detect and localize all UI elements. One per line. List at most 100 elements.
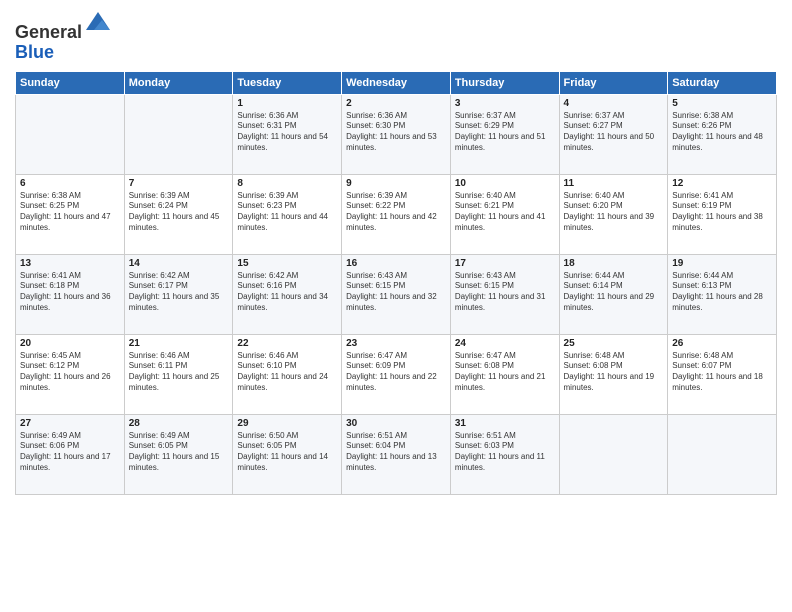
header: General Blue [15, 10, 777, 63]
day-number: 2 [346, 98, 446, 109]
day-number: 14 [129, 258, 229, 269]
day-info: Sunrise: 6:50 AMSunset: 6:05 PMDaylight:… [237, 431, 337, 474]
calendar-cell: 25 Sunrise: 6:48 AMSunset: 6:08 PMDayligh… [559, 334, 668, 414]
calendar-cell: 30 Sunrise: 6:51 AMSunset: 6:04 PMDayligh… [342, 414, 451, 494]
header-day-tuesday: Tuesday [233, 71, 342, 94]
day-info: Sunrise: 6:48 AMSunset: 6:07 PMDaylight:… [672, 351, 772, 394]
calendar-cell [668, 414, 777, 494]
day-info: Sunrise: 6:46 AMSunset: 6:11 PMDaylight:… [129, 351, 229, 394]
day-number: 17 [455, 258, 555, 269]
day-info: Sunrise: 6:41 AMSunset: 6:18 PMDaylight:… [20, 271, 120, 314]
day-number: 11 [564, 178, 664, 189]
calendar-cell: 22 Sunrise: 6:46 AMSunset: 6:10 PMDayligh… [233, 334, 342, 414]
day-number: 28 [129, 418, 229, 429]
calendar-cell: 28 Sunrise: 6:49 AMSunset: 6:05 PMDayligh… [124, 414, 233, 494]
day-info: Sunrise: 6:42 AMSunset: 6:16 PMDaylight:… [237, 271, 337, 314]
day-number: 15 [237, 258, 337, 269]
calendar-cell: 8 Sunrise: 6:39 AMSunset: 6:23 PMDaylight… [233, 174, 342, 254]
day-info: Sunrise: 6:39 AMSunset: 6:22 PMDaylight:… [346, 191, 446, 234]
calendar-cell: 21 Sunrise: 6:46 AMSunset: 6:11 PMDayligh… [124, 334, 233, 414]
calendar-cell: 17 Sunrise: 6:43 AMSunset: 6:15 PMDayligh… [450, 254, 559, 334]
week-row-2: 6 Sunrise: 6:38 AMSunset: 6:25 PMDaylight… [16, 174, 777, 254]
day-number: 8 [237, 178, 337, 189]
calendar-cell: 5 Sunrise: 6:38 AMSunset: 6:26 PMDaylight… [668, 94, 777, 174]
calendar-cell: 13 Sunrise: 6:41 AMSunset: 6:18 PMDayligh… [16, 254, 125, 334]
day-info: Sunrise: 6:47 AMSunset: 6:08 PMDaylight:… [455, 351, 555, 394]
day-number: 5 [672, 98, 772, 109]
day-number: 27 [20, 418, 120, 429]
calendar-cell: 6 Sunrise: 6:38 AMSunset: 6:25 PMDaylight… [16, 174, 125, 254]
day-number: 6 [20, 178, 120, 189]
week-row-5: 27 Sunrise: 6:49 AMSunset: 6:06 PMDayligh… [16, 414, 777, 494]
day-number: 9 [346, 178, 446, 189]
day-number: 22 [237, 338, 337, 349]
logo-text: General Blue [15, 10, 112, 63]
calendar-cell: 2Sunrise: 6:36 AMSunset: 6:30 PMDaylight… [342, 94, 451, 174]
header-row: SundayMondayTuesdayWednesdayThursdayFrid… [16, 71, 777, 94]
week-row-3: 13 Sunrise: 6:41 AMSunset: 6:18 PMDayligh… [16, 254, 777, 334]
day-number: 16 [346, 258, 446, 269]
header-day-thursday: Thursday [450, 71, 559, 94]
calendar-cell: 10 Sunrise: 6:40 AMSunset: 6:21 PMDayligh… [450, 174, 559, 254]
calendar-cell: 27 Sunrise: 6:49 AMSunset: 6:06 PMDayligh… [16, 414, 125, 494]
week-row-4: 20Sunrise: 6:45 AMSunset: 6:12 PMDayligh… [16, 334, 777, 414]
day-info: Sunrise: 6:43 AMSunset: 6:15 PMDaylight:… [455, 271, 555, 314]
day-info: Sunrise: 6:45 AMSunset: 6:12 PMDaylight:… [20, 351, 120, 394]
calendar-cell: 1 Sunrise: 6:36 AMSunset: 6:31 PMDaylight… [233, 94, 342, 174]
day-number: 10 [455, 178, 555, 189]
header-day-wednesday: Wednesday [342, 71, 451, 94]
calendar-cell: 18Sunrise: 6:44 AMSunset: 6:14 PMDayligh… [559, 254, 668, 334]
calendar-cell: 4 Sunrise: 6:37 AMSunset: 6:27 PMDaylight… [559, 94, 668, 174]
day-info: Sunrise: 6:42 AMSunset: 6:17 PMDaylight:… [129, 271, 229, 314]
calendar-cell: 15 Sunrise: 6:42 AMSunset: 6:16 PMDayligh… [233, 254, 342, 334]
calendar-cell: 19Sunrise: 6:44 AMSunset: 6:13 PMDayligh… [668, 254, 777, 334]
header-day-friday: Friday [559, 71, 668, 94]
day-info: Sunrise: 6:49 AMSunset: 6:05 PMDaylight:… [129, 431, 229, 474]
day-number: 31 [455, 418, 555, 429]
day-info: Sunrise: 6:37 AMSunset: 6:29 PMDaylight:… [455, 111, 555, 154]
day-info: Sunrise: 6:46 AMSunset: 6:10 PMDaylight:… [237, 351, 337, 394]
day-info: Sunrise: 6:40 AMSunset: 6:20 PMDaylight:… [564, 191, 664, 234]
day-info: Sunrise: 6:41 AMSunset: 6:19 PMDaylight:… [672, 191, 772, 234]
day-info: Sunrise: 6:37 AMSunset: 6:27 PMDaylight:… [564, 111, 664, 154]
day-number: 1 [237, 98, 337, 109]
calendar-cell [124, 94, 233, 174]
day-info: Sunrise: 6:36 AMSunset: 6:31 PMDaylight:… [237, 111, 337, 154]
calendar-cell: 12Sunrise: 6:41 AMSunset: 6:19 PMDayligh… [668, 174, 777, 254]
day-number: 3 [455, 98, 555, 109]
day-info: Sunrise: 6:48 AMSunset: 6:08 PMDaylight:… [564, 351, 664, 394]
logo: General Blue [15, 10, 112, 63]
day-info: Sunrise: 6:51 AMSunset: 6:04 PMDaylight:… [346, 431, 446, 474]
page: General Blue SundayMondayTuesdayWednesda… [0, 0, 792, 612]
header-day-sunday: Sunday [16, 71, 125, 94]
day-number: 23 [346, 338, 446, 349]
calendar-cell: 14 Sunrise: 6:42 AMSunset: 6:17 PMDayligh… [124, 254, 233, 334]
day-number: 30 [346, 418, 446, 429]
day-info: Sunrise: 6:40 AMSunset: 6:21 PMDaylight:… [455, 191, 555, 234]
day-info: Sunrise: 6:49 AMSunset: 6:06 PMDaylight:… [20, 431, 120, 474]
day-number: 21 [129, 338, 229, 349]
calendar-cell: 16Sunrise: 6:43 AMSunset: 6:15 PMDayligh… [342, 254, 451, 334]
day-number: 25 [564, 338, 664, 349]
day-number: 4 [564, 98, 664, 109]
day-number: 18 [564, 258, 664, 269]
logo-general: General [15, 22, 82, 42]
day-info: Sunrise: 6:51 AMSunset: 6:03 PMDaylight:… [455, 431, 555, 474]
calendar-cell: 9 Sunrise: 6:39 AMSunset: 6:22 PMDaylight… [342, 174, 451, 254]
day-info: Sunrise: 6:38 AMSunset: 6:26 PMDaylight:… [672, 111, 772, 154]
calendar-cell: 29Sunrise: 6:50 AMSunset: 6:05 PMDayligh… [233, 414, 342, 494]
calendar-cell [16, 94, 125, 174]
day-info: Sunrise: 6:38 AMSunset: 6:25 PMDaylight:… [20, 191, 120, 234]
logo-icon [84, 10, 112, 38]
calendar-cell [559, 414, 668, 494]
calendar-table: SundayMondayTuesdayWednesdayThursdayFrid… [15, 71, 777, 495]
day-info: Sunrise: 6:39 AMSunset: 6:23 PMDaylight:… [237, 191, 337, 234]
header-day-monday: Monday [124, 71, 233, 94]
calendar-cell: 24Sunrise: 6:47 AMSunset: 6:08 PMDayligh… [450, 334, 559, 414]
calendar-cell: 3 Sunrise: 6:37 AMSunset: 6:29 PMDaylight… [450, 94, 559, 174]
logo-blue: Blue [15, 42, 54, 62]
day-number: 26 [672, 338, 772, 349]
day-number: 13 [20, 258, 120, 269]
calendar-cell: 23Sunrise: 6:47 AMSunset: 6:09 PMDayligh… [342, 334, 451, 414]
day-info: Sunrise: 6:39 AMSunset: 6:24 PMDaylight:… [129, 191, 229, 234]
